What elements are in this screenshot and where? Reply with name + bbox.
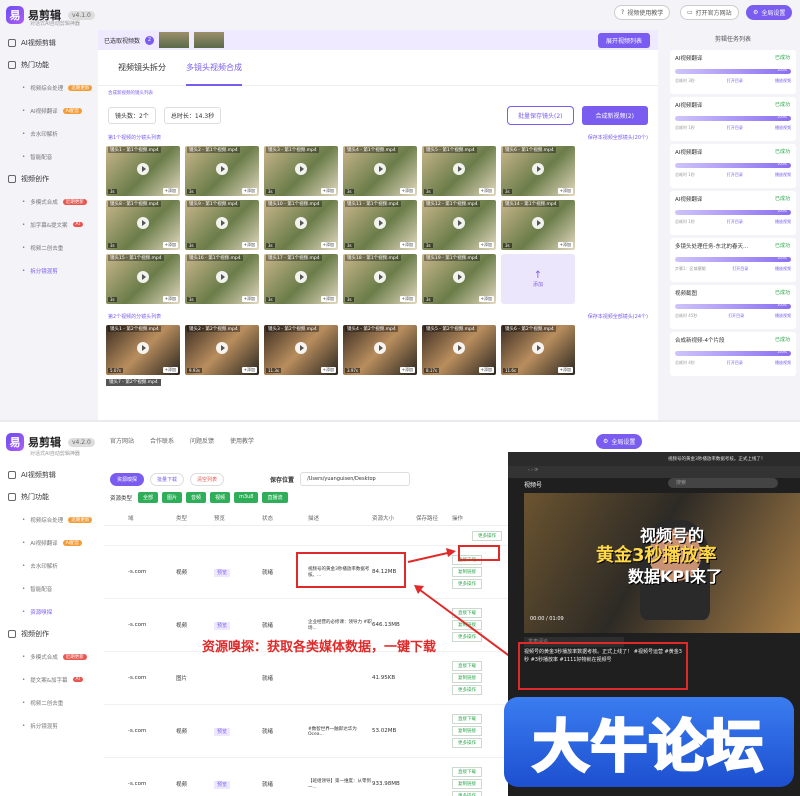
annotation-text: 资源嗅探：获取各类媒体数据，一键下载 (202, 640, 437, 655)
address-bar[interactable]: ‹ › ⟳ (508, 466, 800, 478)
site-name: 视频号 (524, 482, 543, 489)
video-title-line3: 数据KPI来了 (628, 567, 723, 586)
video-time: 00:00 / 01:09 (530, 616, 564, 622)
arrow-head (446, 548, 456, 557)
browser-tab-title: 视频号的黄金3秒播放率数据考核。正式上线了！ (668, 457, 766, 462)
browser-tab[interactable]: 视频号的黄金3秒播放率数据考核。正式上线了！ (508, 452, 800, 466)
arrow-to-download (407, 551, 453, 563)
watermark-text: 大牛论坛 (532, 713, 765, 781)
video-caption: 视频号的黄金3秒播放率数据考核。正式上线了！ #视频号运营 #黄金3秒 #3秒播… (518, 642, 688, 690)
site-search-input[interactable]: 搜索 (668, 478, 778, 488)
watermark-badge: 大牛论坛 (504, 697, 794, 787)
